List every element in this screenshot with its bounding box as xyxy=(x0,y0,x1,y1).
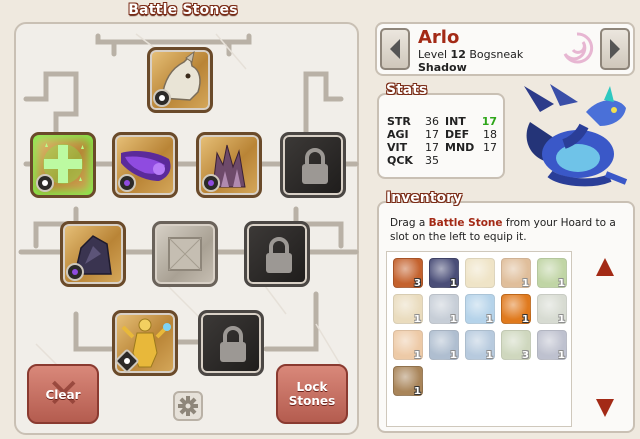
stone-slot-r2-4-locked[interactable] xyxy=(280,132,346,198)
lock-icon xyxy=(220,326,246,362)
socket-gem-icon xyxy=(66,263,84,281)
stat-agi: AGI 17 xyxy=(387,128,439,141)
stat-str: STR 36 xyxy=(387,115,439,128)
clear-button[interactable]: ✕ Clear xyxy=(27,364,99,424)
inventory-item[interactable]: 1 xyxy=(537,330,567,361)
settings-button[interactable] xyxy=(173,391,203,421)
stat-int: INT 17 xyxy=(445,115,497,128)
inventory-title: Inventory xyxy=(386,190,463,206)
socket-gem-icon xyxy=(202,174,220,192)
gear-icon xyxy=(178,396,198,416)
stone-slot-r4-1[interactable] xyxy=(112,310,178,376)
inventory-item[interactable]: 3 xyxy=(393,258,423,289)
character-level-species: Level 12 Bogsneak xyxy=(418,48,524,61)
stone-slot-r2-3[interactable] xyxy=(196,132,262,198)
stone-slot-r2-1[interactable] xyxy=(30,132,96,198)
stat-vit: VIT 17 xyxy=(387,141,439,154)
character-header: Arlo Level 12 Bogsneak Shadow xyxy=(375,22,635,76)
inventory-item[interactable]: 1 xyxy=(465,294,495,325)
stat-qck: QCK 35 xyxy=(387,154,439,167)
inventory-item[interactable]: 1 xyxy=(465,330,495,361)
stone-slot-r3-3-locked[interactable] xyxy=(244,221,310,287)
character-name: Arlo xyxy=(418,27,460,48)
inventory-item[interactable]: 1 xyxy=(393,330,423,361)
inventory-item-count: 1 xyxy=(522,278,529,289)
inventory-grid: 3 1 1 1 1 1 1 1 1 1 1 1 3 1 1 xyxy=(386,251,572,427)
inventory-item-count: 1 xyxy=(450,278,457,289)
stone-slot-r2-2[interactable] xyxy=(112,132,178,198)
dragon-portrait xyxy=(524,84,628,187)
shadow-element-swirl-icon xyxy=(563,32,594,64)
inventory-item[interactable]: 1 xyxy=(429,330,459,361)
battle-stones-title: Battle Stones xyxy=(128,2,238,18)
inventory-item-count: 3 xyxy=(522,350,529,361)
inventory-item[interactable]: 1 xyxy=(537,294,567,325)
inventory-item-count: 1 xyxy=(414,314,421,325)
inventory-item-count: 1 xyxy=(486,314,493,325)
stats-panel: STR 36 INT 17 AGI 17 DEF 18 VIT 17 MND 17 QCK 3… xyxy=(377,93,505,179)
inventory-item-count: 1 xyxy=(414,350,421,361)
inventory-panel: Drag a Battle Stone from your Hoard to a… xyxy=(377,201,635,433)
lock-icon xyxy=(302,148,328,184)
stat-def: DEF 18 xyxy=(445,128,497,141)
stats-title: Stats xyxy=(386,82,428,98)
lock-stones-button[interactable]: Lock Stones xyxy=(276,364,348,424)
chevron-right-icon xyxy=(610,39,620,59)
inventory-item-count: 1 xyxy=(558,350,565,361)
inventory-instructions: Drag a Battle Stone from your Hoard to a… xyxy=(390,217,616,243)
inventory-item-count: 1 xyxy=(450,314,457,325)
scroll-down-button[interactable] xyxy=(596,399,614,417)
inventory-item-count: 1 xyxy=(558,278,565,289)
inventory-item-count: 1 xyxy=(414,386,421,397)
inventory-item[interactable] xyxy=(465,258,495,288)
socket-gem-icon xyxy=(153,89,171,107)
stone-slot-top[interactable] xyxy=(147,47,213,113)
empty-slot-icon xyxy=(168,237,202,271)
inventory-item[interactable]: 1 xyxy=(429,294,459,325)
stat-mnd: MND 17 xyxy=(445,141,497,154)
lock-stones-button-label: Lock Stones xyxy=(288,380,336,408)
stone-slot-r4-2-locked[interactable] xyxy=(198,310,264,376)
stone-slot-r3-1[interactable] xyxy=(60,221,126,287)
stone-slot-r3-2-empty[interactable] xyxy=(152,221,218,287)
inventory-item[interactable]: 3 xyxy=(501,330,531,361)
inventory-item[interactable]: 1 xyxy=(429,258,459,289)
socket-gem-icon xyxy=(118,174,136,192)
inventory-item-count: 1 xyxy=(450,350,457,361)
inventory-item-count: 1 xyxy=(522,314,529,325)
inventory-item[interactable]: 1 xyxy=(393,294,423,325)
inventory-item-count: 3 xyxy=(414,278,421,289)
inventory-item-count: 1 xyxy=(558,314,565,325)
inventory-item[interactable]: 1 xyxy=(537,258,567,289)
clear-button-label: Clear xyxy=(45,388,81,402)
chevron-left-icon xyxy=(390,39,400,59)
next-character-button[interactable] xyxy=(600,28,630,70)
inventory-item[interactable]: 1 xyxy=(501,258,531,289)
lock-icon xyxy=(266,237,292,273)
previous-character-button[interactable] xyxy=(380,28,410,70)
inventory-item[interactable]: 1 xyxy=(393,366,423,397)
inventory-item[interactable]: 1 xyxy=(501,294,531,325)
character-element: Shadow xyxy=(418,61,467,74)
inventory-item-count: 1 xyxy=(486,350,493,361)
socket-gem-icon xyxy=(36,174,54,192)
scroll-up-button[interactable] xyxy=(596,258,614,276)
